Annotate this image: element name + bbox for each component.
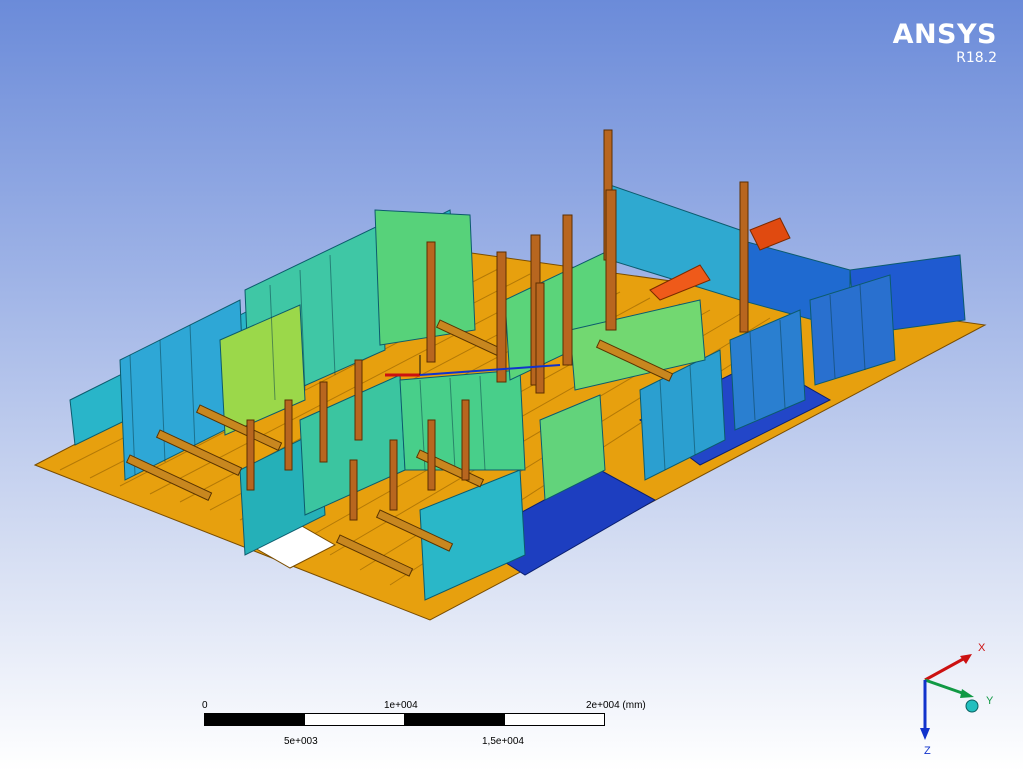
scale-label-5e3: 5e+003 [284,736,318,747]
scale-label-1e4: 1e+004 [384,700,418,711]
scale-label-2e4: 2e+004 (mm) [586,700,646,711]
x-axis-label: X [978,642,986,654]
scale-label-15e3: 1,5e+004 [482,736,524,747]
brand-name: ANSYS [892,19,997,50]
brand-version: R18.2 [956,50,997,66]
y-axis-head [960,689,974,698]
z-axis-head [920,728,930,740]
scale-segment-1 [204,713,305,726]
scale-label-0: 0 [202,700,208,711]
scale-bar: 0 1e+004 2e+004 (mm) 5e+003 1,5e+004 [200,696,670,756]
scale-segment-2 [304,713,405,726]
scale-segment-3 [404,713,505,726]
y-axis-arrow [924,678,966,696]
z-axis-label: Z [924,745,931,757]
brand-logo: ANSYS R18.2 [892,19,997,67]
y-axis-label: Y [986,695,994,707]
orientation-triad[interactable]: X Y Z [900,630,1010,760]
ship-structure-model[interactable] [0,0,1023,771]
graphics-viewport[interactable]: ANSYS R18.2 0 1e+004 2e+004 (mm) 5e+003 … [0,0,1023,771]
scale-segment-4 [504,713,605,726]
isometric-view-ball[interactable] [965,699,979,713]
x-axis-arrow [924,656,966,682]
